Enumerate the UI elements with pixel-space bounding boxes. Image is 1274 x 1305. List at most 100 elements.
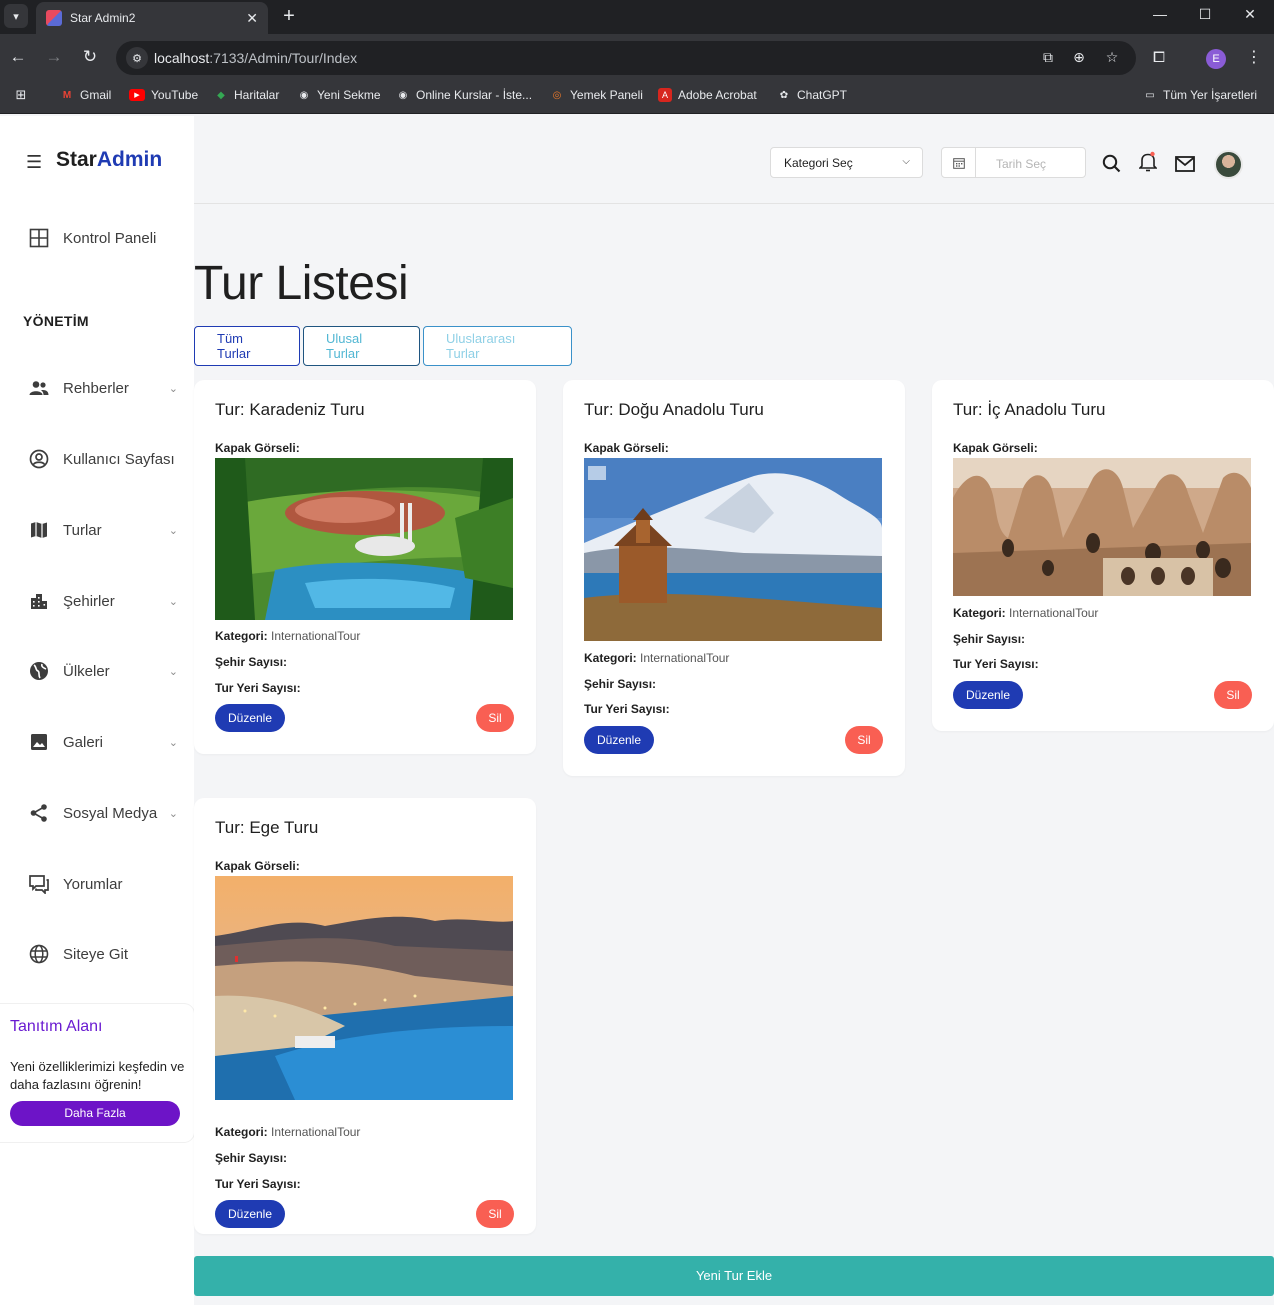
- promo-more-button[interactable]: Daha Fazla: [10, 1101, 180, 1126]
- promo-title: Tanıtım Alanı: [10, 1018, 103, 1035]
- comments-icon: [28, 873, 50, 895]
- category-select[interactable]: Kategori Seç ⌵: [770, 147, 923, 178]
- browser-menu-icon[interactable]: ⋮: [1246, 47, 1262, 67]
- translate-icon[interactable]: ⧉: [1038, 49, 1058, 66]
- bookmark-chatgpt[interactable]: ✿ ChatGPT: [777, 88, 847, 102]
- bookmarks-bar: ⊞ M Gmail ▶ YouTube ◆ Haritalar ◉ Yeni Sekme…: [0, 80, 1274, 114]
- site-info-icon[interactable]: ⚙: [126, 47, 148, 69]
- image-icon: [28, 731, 50, 753]
- promo-text: Yeni özelliklerimizi keşfedin ve daha fa…: [10, 1059, 185, 1092]
- bookmark-adobe[interactable]: A Adobe Acrobat: [658, 88, 757, 102]
- sidebar-item-comments[interactable]: Yorumlar: [28, 873, 178, 895]
- sidebar-item-dashboard[interactable]: Kontrol Paneli: [28, 227, 178, 249]
- bookmark-gmail[interactable]: M Gmail: [60, 88, 112, 102]
- chevron-down-icon: ⌄: [168, 736, 178, 749]
- share-icon: [28, 802, 50, 824]
- all-bookmarks[interactable]: ▭ Tüm Yer İşaretleri: [1143, 88, 1257, 102]
- user-circle-icon: [28, 448, 50, 470]
- edit-button[interactable]: Düzenle: [953, 681, 1023, 709]
- cover-label: Kapak Görseli:: [953, 441, 1038, 455]
- user-avatar[interactable]: [1214, 150, 1243, 179]
- tour-title: Tur: Ege Turu: [215, 818, 319, 837]
- delete-button[interactable]: Sil: [476, 1200, 514, 1228]
- globe-icon: [28, 660, 50, 682]
- edit-button[interactable]: Düzenle: [215, 1200, 285, 1228]
- chatgpt-icon: ✿: [779, 89, 789, 101]
- brand-logo[interactable]: StarAdmin: [56, 148, 162, 172]
- maps-icon: ◆: [217, 89, 225, 101]
- edit-button[interactable]: Düzenle: [584, 726, 654, 754]
- bookmark-youtube[interactable]: ▶ YouTube: [129, 88, 198, 102]
- date-picker[interactable]: Tarih Seç: [941, 147, 1086, 178]
- tour-cover-image: [215, 458, 513, 620]
- place-count-label: Tur Yeri Sayısı:: [584, 702, 670, 716]
- sidebar-item-gallery[interactable]: Galeri ⌄: [28, 731, 178, 753]
- browser-tab-active[interactable]: Star Admin2 ✕: [36, 2, 268, 34]
- forward-button[interactable]: →: [43, 46, 65, 68]
- close-window-button[interactable]: ✕: [1240, 6, 1260, 23]
- category-label: Kategori:: [215, 1125, 268, 1139]
- tab-search-button[interactable]: ▾: [4, 4, 28, 28]
- extensions-icon[interactable]: ⧠: [1153, 49, 1165, 66]
- mail-icon[interactable]: [1175, 156, 1195, 177]
- sidebar-item-countries[interactable]: Ülkeler ⌄: [28, 660, 178, 682]
- category-label: Kategori:: [584, 651, 637, 665]
- globe-icon: ◉: [299, 89, 309, 101]
- bookmark-online-courses[interactable]: ◉ Online Kurslar - İste...: [396, 88, 532, 102]
- calendar-icon[interactable]: [942, 148, 976, 177]
- minimize-button[interactable]: —: [1150, 6, 1170, 22]
- globe-icon: ◉: [398, 89, 408, 101]
- bookmark-maps[interactable]: ◆ Haritalar: [214, 88, 279, 102]
- tab-title: Star Admin2: [70, 11, 136, 25]
- url-field[interactable]: ⚙ localhost:7133/Admin/Tour/Index ⧉ ⊕ ☆: [116, 41, 1136, 75]
- chevron-down-icon: ⌄: [168, 665, 178, 678]
- grid-icon: [28, 227, 50, 249]
- hamburger-menu-icon[interactable]: ☰: [26, 152, 42, 173]
- add-tour-button[interactable]: Yeni Tur Ekle: [194, 1256, 1274, 1296]
- delete-button[interactable]: Sil: [476, 704, 514, 732]
- favicon-icon: [46, 10, 62, 26]
- sidebar-item-user-page[interactable]: Kullanıcı Sayfası: [28, 448, 178, 470]
- tour-card: Tur: Ege Turu Kapak Görseli: Kategori: I…: [194, 798, 536, 1234]
- search-icon[interactable]: [1102, 154, 1121, 178]
- close-tab-icon[interactable]: ✕: [246, 10, 258, 27]
- filter-all-tours[interactable]: Tüm Turlar: [194, 326, 300, 366]
- delete-button[interactable]: Sil: [845, 726, 883, 754]
- apps-icon[interactable]: ⊞: [14, 87, 34, 102]
- category-value: InternationalTour: [1009, 606, 1099, 620]
- filter-international-tours[interactable]: Uluslararası Turlar: [423, 326, 572, 366]
- sidebar-item-social-media[interactable]: Sosyal Medya ⌄: [28, 802, 178, 824]
- profile-avatar[interactable]: E: [1206, 49, 1226, 69]
- bookmark-food-panel[interactable]: ◎ Yemek Paneli: [550, 88, 643, 102]
- sidebar-item-tours[interactable]: Turlar ⌄: [28, 519, 178, 541]
- zoom-icon[interactable]: ⊕: [1069, 49, 1089, 66]
- date-input[interactable]: Tarih Seç: [996, 157, 1046, 171]
- cover-label: Kapak Görseli:: [215, 441, 300, 455]
- city-count-label: Şehir Sayısı:: [215, 1151, 288, 1165]
- sidebar-item-cities[interactable]: Şehirler ⌄: [28, 590, 178, 612]
- filter-national-tours[interactable]: Ulusal Turlar: [303, 326, 420, 366]
- city-count-label: Şehir Sayısı:: [953, 632, 1026, 646]
- city-icon: [28, 590, 50, 612]
- url-host: localhost: [154, 50, 210, 66]
- notification-bell-icon[interactable]: [1138, 151, 1158, 178]
- chevron-down-icon: ⌄: [168, 807, 178, 820]
- bookmark-new-tab[interactable]: ◉ Yeni Sekme: [297, 88, 381, 102]
- sidebar-item-go-to-site[interactable]: Siteye Git: [28, 943, 178, 965]
- delete-button[interactable]: Sil: [1214, 681, 1252, 709]
- cover-label: Kapak Görseli:: [584, 441, 669, 455]
- maximize-button[interactable]: ☐: [1195, 6, 1215, 23]
- new-tab-button[interactable]: +: [278, 4, 300, 28]
- promo-box: Tanıtım Alanı Yeni özelliklerimizi keşfe…: [0, 1004, 194, 1142]
- back-button[interactable]: ←: [7, 46, 29, 68]
- sidebar-item-guides[interactable]: Rehberler ⌄: [28, 377, 178, 399]
- filter-buttons: Tüm Turlar Ulusal Turlar Uluslararası Tu…: [194, 326, 572, 366]
- category-label: Kategori:: [215, 629, 268, 643]
- tour-card: Tur: Karadeniz Turu Kapak Görseli: Kateg…: [194, 380, 536, 754]
- reload-button[interactable]: ↻: [79, 46, 101, 68]
- edit-button[interactable]: Düzenle: [215, 704, 285, 732]
- url-path: :7133/Admin/Tour/Index: [209, 50, 358, 66]
- bookmark-star-icon[interactable]: ☆: [1102, 49, 1122, 66]
- tour-title: Tur: İç Anadolu Turu: [953, 400, 1106, 419]
- cover-label: Kapak Görseli:: [215, 859, 300, 873]
